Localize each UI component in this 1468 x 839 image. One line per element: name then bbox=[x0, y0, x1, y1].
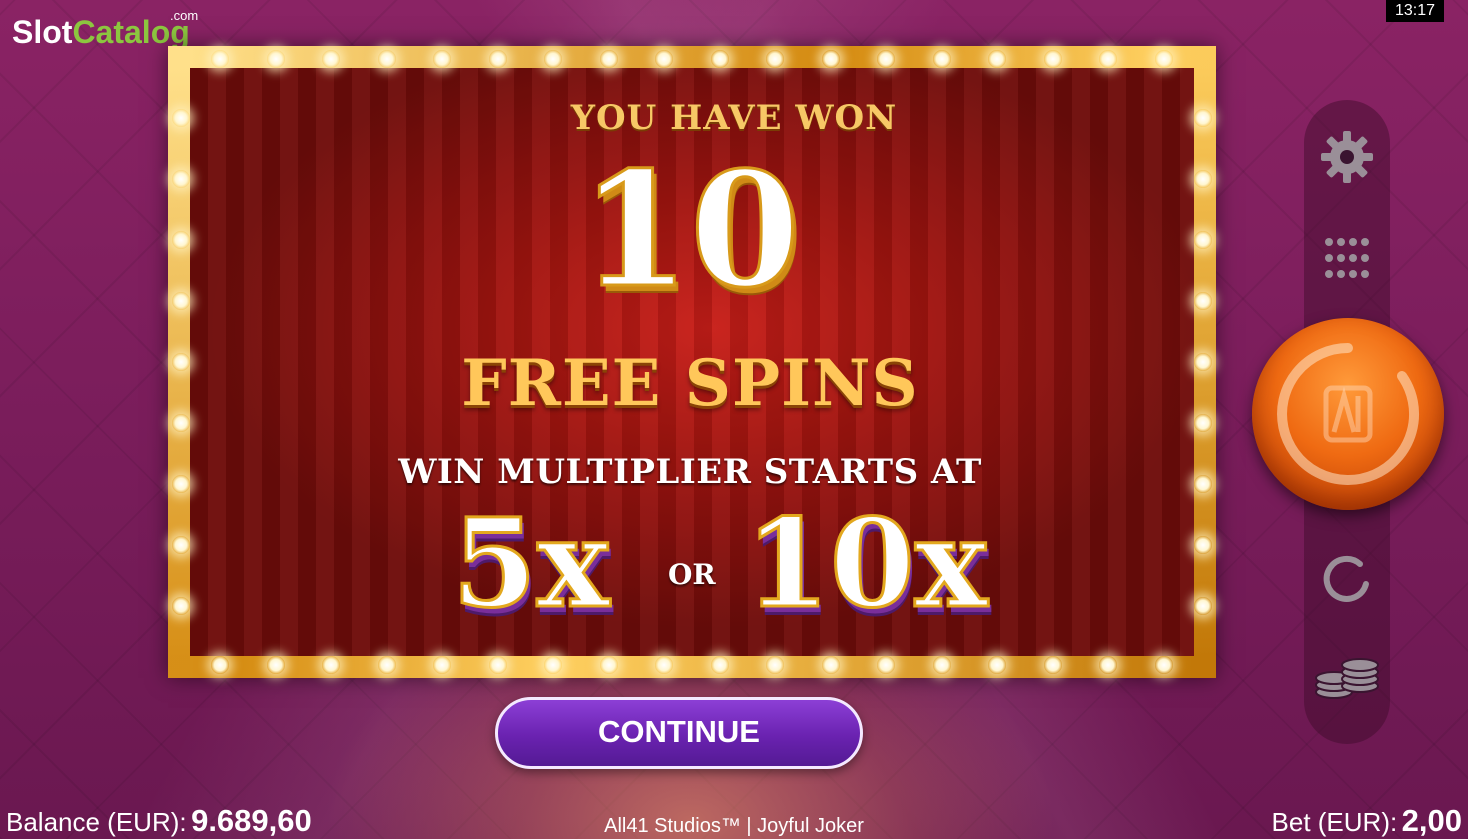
marquee-bulb bbox=[1155, 656, 1173, 674]
game-studio-title: All41 Studios™ | Joyful Joker bbox=[604, 815, 864, 837]
marquee-bulb bbox=[821, 50, 840, 68]
autoplay-icon[interactable] bbox=[1320, 554, 1374, 608]
marquee-bulb bbox=[932, 656, 951, 674]
marquee-bulb bbox=[599, 656, 618, 674]
marquee-bulb bbox=[211, 50, 229, 68]
marquee-bulb bbox=[211, 656, 229, 674]
marquee-bulb bbox=[988, 656, 1007, 674]
marquee-bulb bbox=[433, 50, 452, 68]
continue-button[interactable]: CONTINUE bbox=[495, 697, 863, 769]
or-label: OR bbox=[668, 558, 716, 591]
marquee-bulb bbox=[322, 656, 341, 674]
multiplier-option-a: 5x bbox=[451, 491, 612, 635]
marquee-bulb bbox=[599, 50, 618, 68]
marquee-bulb bbox=[655, 656, 674, 674]
marquee-bulb bbox=[433, 656, 452, 674]
marquee-bulb bbox=[544, 50, 563, 68]
bet-label: Bet (EUR): bbox=[1271, 807, 1398, 837]
marquee-bulb bbox=[1043, 50, 1062, 68]
marquee-bulb bbox=[932, 50, 951, 68]
marquee-bulb bbox=[877, 50, 896, 68]
marquee-bulb bbox=[266, 50, 285, 68]
marquee-bulb bbox=[322, 50, 341, 68]
marquee-bulb bbox=[655, 50, 674, 68]
gear-icon[interactable] bbox=[1318, 128, 1376, 186]
spin-button[interactable] bbox=[1252, 318, 1444, 510]
marquee-bulb bbox=[710, 50, 729, 68]
marquee-bulb bbox=[488, 656, 507, 674]
marquee-bulb bbox=[1099, 656, 1118, 674]
marquee-bulb bbox=[377, 50, 396, 68]
spin-arrow-icon bbox=[1277, 343, 1420, 485]
bottom-bar: Balance (EUR): 9.689,60 All41 Studios™ |… bbox=[0, 803, 1468, 839]
marquee-bulb bbox=[877, 656, 896, 674]
multiplier-option-b: 10x bbox=[744, 491, 990, 635]
marquee-bulb bbox=[1155, 50, 1173, 68]
marquee-bulb bbox=[1194, 597, 1212, 615]
marquee-bulb bbox=[544, 656, 563, 674]
popup-heading: YOU HAVE WON bbox=[570, 98, 898, 138]
marquee-bulb bbox=[988, 50, 1007, 68]
bet-value: 2,00 bbox=[1401, 803, 1462, 838]
marquee-bulb bbox=[377, 656, 396, 674]
logo-com-text: .com bbox=[170, 8, 199, 23]
free-spins-label: FREE SPINS bbox=[461, 346, 919, 421]
multiplier-text: WIN MULTIPLIER STARTS AT bbox=[398, 452, 982, 492]
clock: 13:17 bbox=[1386, 0, 1444, 22]
bet-display[interactable]: Bet (EUR): 2,00 bbox=[1272, 803, 1462, 839]
logo-slot-text: Slot bbox=[12, 14, 73, 50]
marquee-bulb bbox=[266, 656, 285, 674]
coin-stack-icon[interactable] bbox=[1312, 656, 1382, 700]
marquee-bulb bbox=[766, 656, 785, 674]
marquee-bulb bbox=[821, 656, 840, 674]
marquee-bulb bbox=[710, 656, 729, 674]
marquee-bulb bbox=[766, 50, 785, 68]
slotcatalog-logo: SlotCatalog .com bbox=[12, 8, 198, 51]
marquee-bulb bbox=[1194, 536, 1212, 554]
menu-grid-icon[interactable] bbox=[1322, 236, 1372, 280]
spin-count: 10 bbox=[579, 138, 802, 323]
marquee-bulb bbox=[172, 536, 190, 554]
marquee-bulb bbox=[488, 50, 507, 68]
marquee-bulb bbox=[172, 597, 190, 615]
marquee-bulb bbox=[1043, 656, 1062, 674]
marquee-bulb bbox=[1099, 50, 1118, 68]
